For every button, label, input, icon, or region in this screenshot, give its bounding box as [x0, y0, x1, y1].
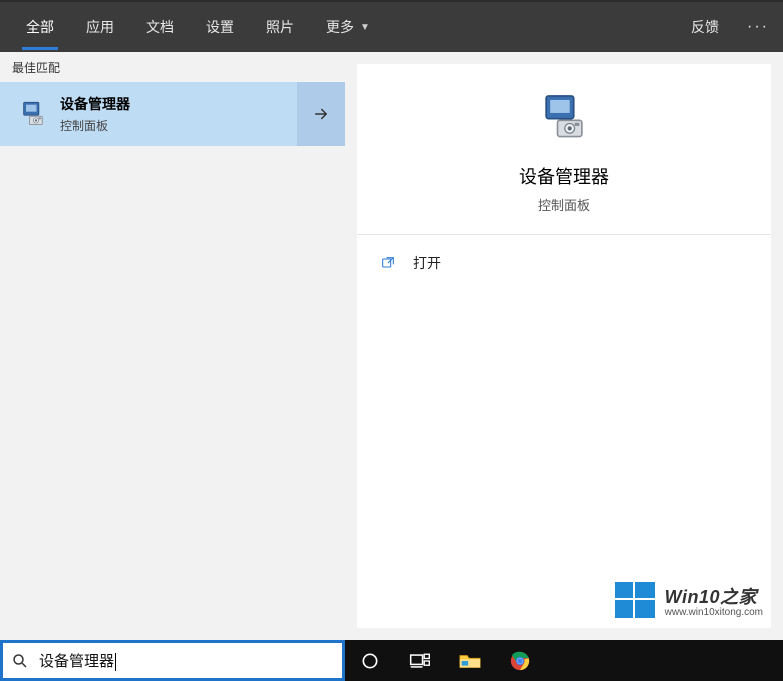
preview-header: 设备管理器 控制面板 [357, 64, 771, 234]
search-text: 设备管理器 [39, 650, 116, 671]
tab-apps[interactable]: 应用 [70, 2, 130, 52]
windows-logo-icon [611, 576, 659, 624]
tabbar-spacer [386, 2, 677, 52]
watermark: Win10之家 www.win10xitong.com [611, 576, 763, 624]
action-open-label: 打开 [413, 253, 441, 273]
tab-more[interactable]: 更多 ▼ [310, 2, 386, 52]
tab-photos[interactable]: 照片 [250, 2, 310, 52]
results-body: 最佳匹配 设备管理器 控制面板 [0, 52, 783, 640]
taskview-icon [409, 651, 431, 671]
search-query: 设备管理器 [39, 653, 114, 670]
watermark-texts: Win10之家 www.win10xitong.com [665, 583, 763, 618]
results-column: 最佳匹配 设备管理器 控制面板 [0, 52, 345, 640]
feedback-label: 反馈 [691, 17, 719, 37]
bottom-bar: 设备管理器 [0, 640, 783, 681]
tab-docs[interactable]: 文档 [130, 2, 190, 52]
result-texts: 设备管理器 控制面板 [60, 94, 130, 134]
action-list: 打开 [357, 235, 771, 291]
cortana-button[interactable] [345, 640, 395, 681]
preview-title: 设备管理器 [519, 163, 609, 189]
tab-settings[interactable]: 设置 [190, 2, 250, 52]
preview-device-manager-icon [536, 89, 592, 145]
ellipsis-icon: ··· [747, 18, 769, 36]
search-input[interactable]: 设备管理器 [0, 640, 345, 681]
chevron-down-icon: ▼ [360, 22, 370, 33]
text-caret [115, 653, 116, 671]
best-match-label: 最佳匹配 [12, 59, 60, 76]
preview-subtitle: 控制面板 [538, 195, 590, 214]
tab-apps-label: 应用 [86, 17, 114, 37]
tab-photos-label: 照片 [266, 17, 294, 37]
search-icon [11, 652, 29, 670]
search-window: 全部 应用 文档 设置 照片 更多 ▼ 反馈 ··· 最佳匹配 [0, 0, 783, 681]
arrow-right-icon [312, 105, 330, 123]
watermark-line1: Win10之家 [665, 583, 763, 609]
chrome-icon [509, 650, 531, 672]
action-open[interactable]: 打开 [357, 245, 771, 281]
tab-more-label: 更多 [326, 17, 354, 37]
preview-pane: 设备管理器 控制面板 打开 [357, 64, 771, 628]
tab-settings-label: 设置 [206, 17, 234, 37]
device-manager-icon [14, 95, 52, 133]
tab-docs-label: 文档 [146, 17, 174, 37]
tab-all-label: 全部 [26, 17, 54, 37]
feedback-button[interactable]: 反馈 [677, 2, 733, 52]
result-title: 设备管理器 [60, 94, 130, 114]
file-explorer-icon [458, 651, 482, 671]
filter-tabbar: 全部 应用 文档 设置 照片 更多 ▼ 反馈 ··· [0, 0, 783, 52]
taskview-button[interactable] [395, 640, 445, 681]
result-open-arrow[interactable] [297, 82, 345, 146]
filter-tabs: 全部 应用 文档 设置 照片 更多 ▼ [0, 2, 386, 52]
file-explorer-button[interactable] [445, 640, 495, 681]
open-icon [377, 255, 399, 271]
result-device-manager[interactable]: 设备管理器 控制面板 [0, 82, 345, 146]
best-match-header: 最佳匹配 [0, 52, 345, 82]
tab-all[interactable]: 全部 [10, 2, 70, 52]
more-options-button[interactable]: ··· [733, 2, 783, 52]
watermark-line2: www.win10xitong.com [665, 607, 763, 618]
chrome-button[interactable] [495, 640, 545, 681]
cortana-icon [360, 651, 380, 671]
result-subtitle: 控制面板 [60, 117, 130, 134]
taskbar [345, 640, 783, 681]
